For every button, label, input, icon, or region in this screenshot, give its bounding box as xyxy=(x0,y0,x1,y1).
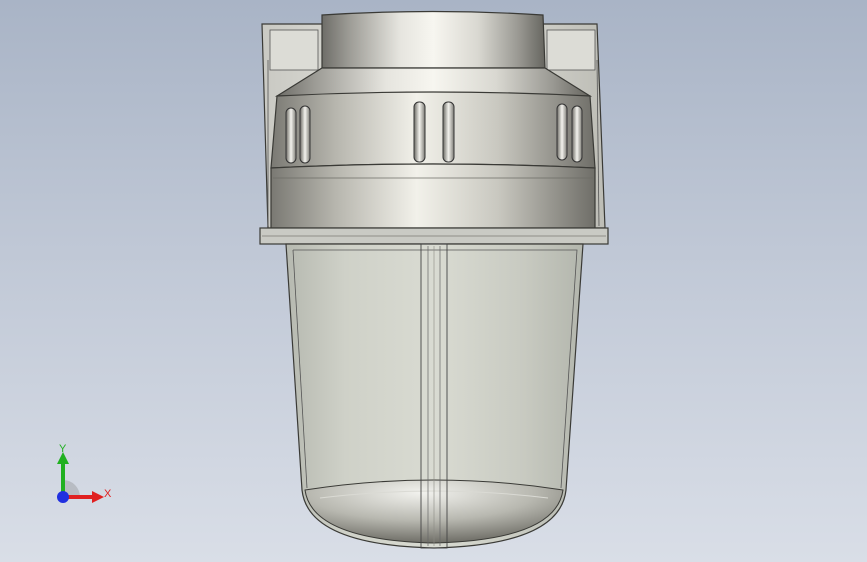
y-axis-label: Y xyxy=(59,443,67,455)
z-axis-dot xyxy=(57,491,69,503)
filter-housing-bowl[interactable] xyxy=(285,243,584,549)
housing-flange[interactable] xyxy=(259,227,609,245)
x-axis-arrowhead xyxy=(92,491,104,503)
graphics-viewport[interactable]: Y X xyxy=(0,0,867,562)
reference-triad[interactable]: Y X xyxy=(48,440,118,510)
model-view[interactable] xyxy=(0,0,867,562)
x-axis-label: X xyxy=(104,488,112,500)
